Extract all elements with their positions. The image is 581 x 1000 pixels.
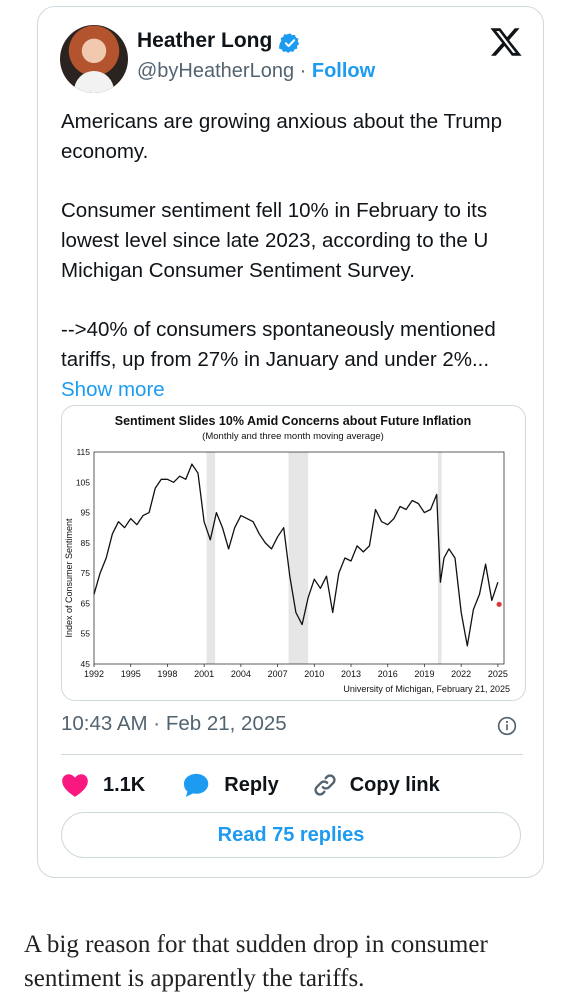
tweet-card: Heather Long @byHeatherLong · Follow Ame… — [37, 6, 544, 878]
x-tick-label: 1992 — [84, 669, 104, 679]
y-axis-label: Index of Consumer Sentiment — [64, 518, 74, 638]
read-replies-button[interactable]: Read 75 replies — [61, 812, 521, 858]
tweet-text: Americans are growing anxious about the … — [61, 107, 531, 434]
link-icon — [314, 774, 336, 796]
y-tick-label: 95 — [81, 508, 91, 518]
plot-area: 45 55 65 75 85 95 105 115 1992 1995 1998 2001 2004 20… — [76, 447, 508, 679]
tweet-timestamp[interactable]: 10:43 AM · Feb 21, 2025 — [61, 712, 287, 736]
info-icon[interactable] — [497, 716, 517, 736]
x-tick-label: 2001 — [194, 669, 214, 679]
copy-link-label: Copy link — [349, 773, 440, 796]
chart-title: Sentiment Slides 10% Amid Concerns about… — [115, 414, 472, 428]
recession-band — [288, 452, 309, 664]
x-tick-label: 1995 — [121, 669, 141, 679]
heart-icon — [62, 774, 88, 797]
author-name[interactable]: Heather Long — [137, 29, 272, 53]
x-tick-label: 2010 — [304, 669, 324, 679]
x-logo-icon[interactable] — [489, 25, 523, 59]
x-tick-label: 2022 — [451, 669, 471, 679]
x-tick-label: 2025 — [488, 669, 508, 679]
x-tick-label: 2004 — [231, 669, 251, 679]
x-tick-label: 1998 — [157, 669, 177, 679]
avatar[interactable] — [60, 25, 128, 93]
reply-label: Reply — [224, 773, 279, 796]
verified-badge-icon — [279, 33, 300, 53]
chart-image[interactable]: Sentiment Slides 10% Amid Concerns about… — [61, 405, 526, 701]
author-handle[interactable]: @byHeatherLong — [137, 60, 294, 82]
show-more-link[interactable]: Show more — [61, 378, 165, 401]
y-tick-label: 55 — [81, 629, 91, 639]
reply-icon — [184, 773, 209, 797]
y-tick-label: 105 — [76, 477, 90, 487]
y-tick-label: 65 — [81, 598, 91, 608]
handle-separator: · — [299, 60, 307, 82]
follow-button[interactable]: Follow — [312, 60, 375, 82]
chart-source: University of Michigan, February 21, 202… — [343, 684, 510, 694]
y-tick-label: 75 — [81, 568, 91, 578]
x-tick-label: 2019 — [414, 669, 434, 679]
tweet-paragraph: Consumer sentiment fell 10% in February … — [61, 199, 489, 282]
tweet-paragraph-last: -->40% of consumers spontaneously mentio… — [61, 315, 531, 405]
sentiment-chart: Sentiment Slides 10% Amid Concerns about… — [64, 414, 510, 694]
like-count: 1.1K — [103, 773, 146, 796]
divider — [61, 754, 523, 755]
copy-link-button[interactable]: Copy link — [312, 772, 440, 798]
x-tick-label: 2013 — [341, 669, 361, 679]
author-handle-line: @byHeatherLong · Follow — [137, 60, 375, 83]
y-tick-label: 45 — [81, 659, 91, 669]
tweet-paragraph: Americans are growing anxious about the … — [61, 110, 502, 163]
recession-band — [206, 452, 216, 664]
action-bar: 1.1K Reply Copy link — [61, 767, 440, 803]
y-tick-label: 115 — [76, 447, 90, 457]
latest-point — [496, 601, 502, 607]
y-tick-label: 85 — [81, 538, 91, 548]
tweet-paragraph-text: -->40% of consumers spontaneously mentio… — [61, 318, 496, 371]
chart-subtitle: (Monthly and three month moving average) — [202, 431, 384, 442]
like-button[interactable]: 1.1K — [61, 772, 145, 798]
article-caption: A big reason for that sudden drop in con… — [24, 931, 488, 992]
x-tick-label: 2007 — [268, 669, 288, 679]
x-tick-label: 2016 — [378, 669, 398, 679]
reply-button[interactable]: Reply — [182, 772, 279, 798]
